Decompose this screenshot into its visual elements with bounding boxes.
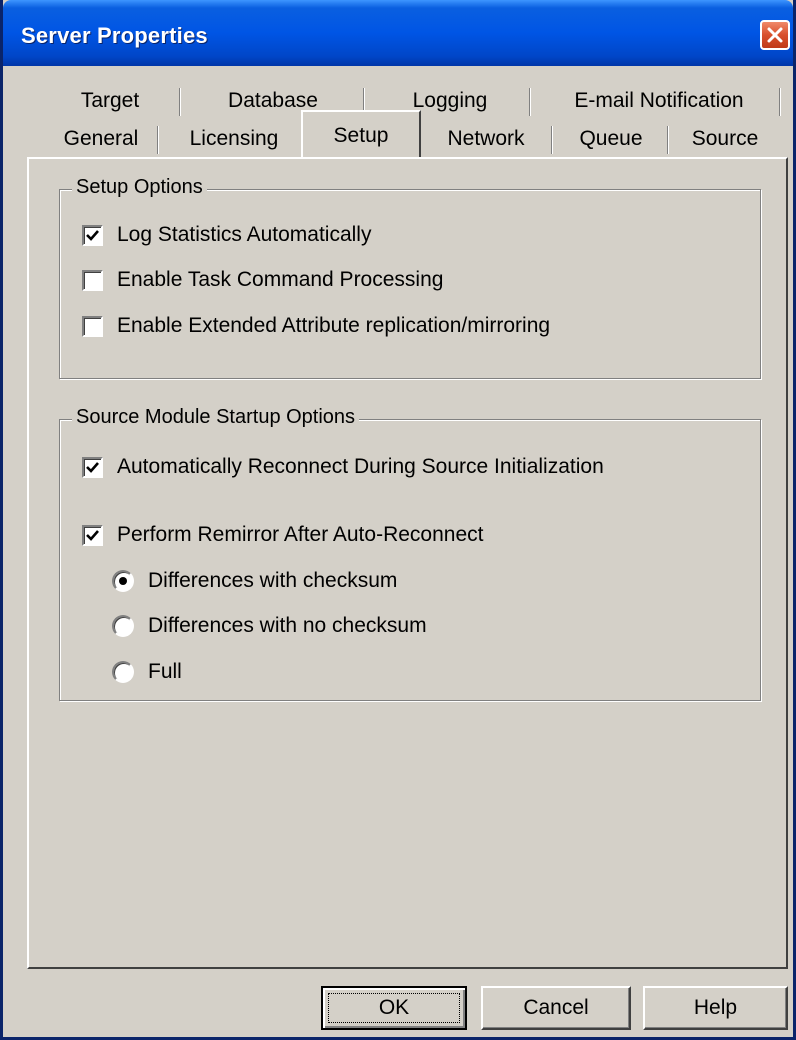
tab-source[interactable]: Source bbox=[673, 124, 777, 154]
radio-full[interactable]: Full bbox=[112, 660, 182, 684]
enable-task-command-checkbox[interactable]: Enable Task Command Processing bbox=[82, 268, 443, 292]
tab-separator bbox=[157, 126, 159, 154]
checkbox-label: Enable Extended Attribute replication/mi… bbox=[117, 314, 551, 337]
radio-label: Full bbox=[148, 660, 182, 683]
checkbox-box bbox=[82, 456, 103, 478]
tab-queue[interactable]: Queue bbox=[559, 124, 663, 154]
checkbox-box bbox=[82, 269, 103, 291]
tab-separator bbox=[551, 126, 553, 154]
ok-button[interactable]: OK bbox=[321, 986, 467, 1030]
tab-email-notification[interactable]: E-mail Notification bbox=[543, 86, 775, 116]
tab-separator bbox=[779, 88, 781, 116]
tab-target[interactable]: Target bbox=[55, 86, 165, 116]
checkmark-icon bbox=[86, 229, 99, 241]
enable-extended-attribute-checkbox[interactable]: Enable Extended Attribute replication/mi… bbox=[82, 314, 550, 338]
radio-label: Differences with checksum bbox=[148, 569, 398, 592]
radio-button bbox=[112, 615, 134, 637]
radio-label: Differences with no checksum bbox=[148, 614, 427, 637]
checkbox-box bbox=[82, 315, 103, 337]
tab-setup[interactable]: Setup bbox=[301, 110, 421, 159]
startup-options-group: Source Module Startup Options Automatica… bbox=[59, 406, 761, 701]
setup-options-group: Setup Options Log Statistics Automatical… bbox=[59, 176, 761, 379]
help-button[interactable]: Help bbox=[643, 986, 788, 1030]
perform-remirror-checkbox[interactable]: Perform Remirror After Auto-Reconnect bbox=[82, 523, 483, 547]
tab-separator bbox=[667, 126, 669, 154]
checkbox-box bbox=[82, 224, 103, 246]
checkbox-label: Enable Task Command Processing bbox=[117, 268, 444, 291]
radio-differences-no-checksum[interactable]: Differences with no checksum bbox=[112, 614, 427, 638]
setup-options-title: Setup Options bbox=[72, 176, 207, 199]
title-bar[interactable]: Server Properties bbox=[3, 0, 793, 66]
auto-reconnect-checkbox[interactable]: Automatically Reconnect During Source In… bbox=[82, 455, 604, 479]
checkbox-label: Log Statistics Automatically bbox=[117, 223, 372, 246]
radio-dot bbox=[119, 577, 127, 585]
checkbox-box bbox=[82, 524, 103, 546]
close-button[interactable] bbox=[760, 20, 790, 50]
checkmark-icon bbox=[86, 461, 99, 473]
tab-network[interactable]: Network bbox=[427, 124, 545, 154]
checkmark-icon bbox=[86, 529, 99, 541]
checkbox-label: Automatically Reconnect During Source In… bbox=[117, 455, 604, 478]
focus-rectangle bbox=[328, 993, 460, 1023]
tab-licensing[interactable]: Licensing bbox=[169, 124, 299, 154]
tab-general[interactable]: General bbox=[39, 124, 163, 154]
startup-options-title: Source Module Startup Options bbox=[72, 406, 360, 429]
log-statistics-checkbox[interactable]: Log Statistics Automatically bbox=[82, 223, 371, 247]
window-title: Server Properties bbox=[21, 23, 208, 48]
close-icon bbox=[767, 27, 783, 43]
tab-separator bbox=[179, 88, 181, 116]
radio-differences-with-checksum[interactable]: Differences with checksum bbox=[112, 569, 397, 593]
radio-button bbox=[112, 661, 134, 683]
server-properties-dialog: Server Properties Target Database Loggin… bbox=[0, 0, 796, 1040]
checkbox-label: Perform Remirror After Auto-Reconnect bbox=[117, 523, 484, 546]
cancel-button[interactable]: Cancel bbox=[481, 986, 631, 1030]
tab-separator bbox=[529, 88, 531, 116]
radio-button bbox=[112, 570, 134, 592]
setup-tab-panel: Setup Options Log Statistics Automatical… bbox=[27, 157, 788, 969]
